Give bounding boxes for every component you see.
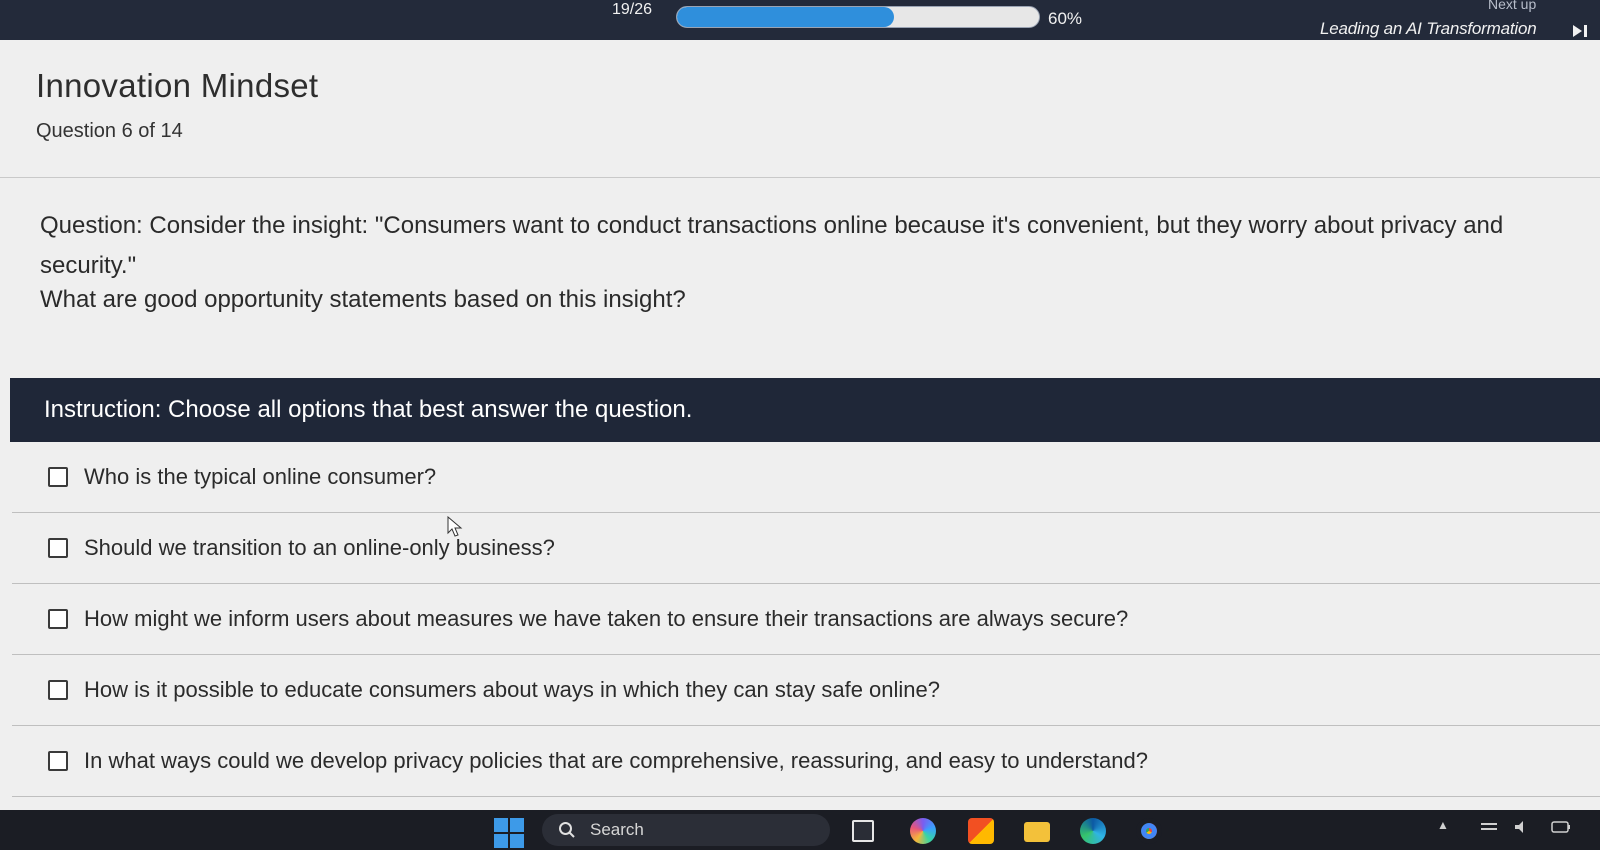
checkbox[interactable] bbox=[48, 751, 68, 771]
option-label: In what ways could we develop privacy po… bbox=[84, 748, 1148, 773]
progress-count: 19/26 bbox=[612, 1, 653, 18]
quiz-title: Innovation Mindset bbox=[36, 67, 319, 104]
checkbox[interactable] bbox=[48, 538, 68, 558]
instruction-banner: Instruction: Choose all options that bes… bbox=[10, 378, 1600, 442]
question-prompt: What are good opportunity statements bas… bbox=[40, 286, 686, 313]
course-header: 19/26 60% Next up Leading an AI Transfor… bbox=[0, 0, 1600, 40]
progress-bar-fill bbox=[677, 7, 895, 27]
edge-icon[interactable] bbox=[1080, 818, 1106, 844]
divider bbox=[0, 177, 1600, 178]
question-counter: Question 6 of 14 bbox=[36, 120, 183, 142]
checkbox[interactable] bbox=[48, 609, 68, 629]
quiz-panel: Innovation Mindset Question 6 of 14 Ques… bbox=[0, 40, 1600, 810]
progress-percent: 60% bbox=[1048, 9, 1083, 28]
answer-option[interactable]: In what ways could we develop privacy po… bbox=[12, 726, 1600, 797]
network-icon[interactable] bbox=[1478, 818, 1500, 836]
copilot-icon[interactable] bbox=[910, 818, 936, 844]
store-icon[interactable] bbox=[968, 818, 994, 844]
checkbox[interactable] bbox=[48, 467, 68, 487]
windows-start-icon[interactable] bbox=[494, 818, 524, 848]
show-hidden-icons-chevron-icon[interactable]: ▲ bbox=[1437, 818, 1449, 832]
chrome-icon[interactable] bbox=[1136, 818, 1162, 844]
next-up-title[interactable]: Leading an AI Transformation bbox=[1320, 19, 1537, 39]
file-explorer-icon[interactable] bbox=[852, 820, 874, 842]
skip-next-icon[interactable] bbox=[1570, 22, 1590, 40]
search-icon bbox=[559, 822, 575, 838]
volume-icon[interactable] bbox=[1512, 818, 1534, 836]
answer-option[interactable]: Who is the typical online consumer? bbox=[12, 442, 1600, 513]
option-label: How is it possible to educate consumers … bbox=[84, 677, 941, 702]
folder-icon[interactable] bbox=[1024, 822, 1050, 842]
search-placeholder: Search bbox=[590, 820, 644, 839]
option-label: Should we transition to an online-only b… bbox=[84, 535, 555, 560]
question-label: Question: bbox=[40, 212, 143, 239]
answer-options: Who is the typical online consumer? Shou… bbox=[12, 442, 1600, 797]
mouse-cursor-icon bbox=[447, 516, 463, 537]
next-up-label: Next up bbox=[1488, 0, 1537, 12]
battery-icon[interactable] bbox=[1550, 818, 1572, 836]
answer-option[interactable]: How might we inform users about measures… bbox=[12, 584, 1600, 655]
course-progress-bar bbox=[676, 6, 1040, 28]
taskbar: Search ▲ bbox=[0, 810, 1600, 850]
checkbox[interactable] bbox=[48, 680, 68, 700]
option-label: How might we inform users about measures… bbox=[84, 606, 1129, 631]
question-body: Consider the insight: "Consumers want to… bbox=[40, 212, 1504, 279]
taskbar-search[interactable]: Search bbox=[542, 814, 830, 846]
question-text: Question: Consider the insight: "Consume… bbox=[40, 206, 1560, 286]
option-label: Who is the typical online consumer? bbox=[84, 464, 437, 489]
answer-option[interactable]: How is it possible to educate consumers … bbox=[12, 655, 1600, 726]
answer-option[interactable]: Should we transition to an online-only b… bbox=[12, 513, 1600, 584]
